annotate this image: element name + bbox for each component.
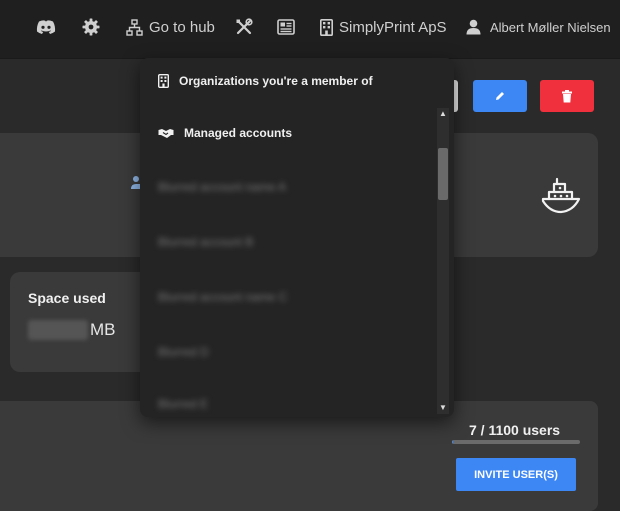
- delete-button[interactable]: [540, 80, 594, 112]
- settings-gear-icon[interactable]: [82, 0, 100, 54]
- user-name: Albert Møller Nielsen: [490, 19, 611, 35]
- go-to-hub-link[interactable]: Go to hub: [126, 0, 215, 54]
- space-used-value: MB: [28, 320, 116, 340]
- user-icon: [466, 19, 481, 35]
- managed-account-item[interactable]: Blurred account B: [158, 234, 253, 250]
- boat-icon: [541, 177, 581, 214]
- managed-account-item[interactable]: Blurred account name C: [158, 289, 287, 305]
- organization-name: SimplyPrint ApS: [339, 18, 447, 36]
- organization-dropdown: Organizations you're a member of Managed…: [140, 58, 454, 417]
- organization-switcher[interactable]: SimplyPrint ApS: [320, 0, 447, 54]
- users-card: [0, 401, 598, 511]
- scroll-down-arrow-icon[interactable]: ▼: [439, 404, 447, 412]
- edit-button[interactable]: [473, 80, 527, 112]
- sitemap-icon: [126, 18, 143, 36]
- invite-users-button[interactable]: INVITE USER(S): [456, 458, 576, 491]
- managed-accounts-header: Managed accounts: [158, 126, 292, 140]
- dropdown-scrollbar[interactable]: ▲ ▼: [437, 108, 449, 414]
- space-used-amount-redacted: [28, 320, 88, 340]
- pencil-icon: [496, 92, 504, 100]
- tools-icon[interactable]: [235, 0, 253, 54]
- discord-icon[interactable]: [36, 0, 56, 54]
- trash-icon: [562, 89, 572, 102]
- users-progress-fill: [452, 440, 453, 444]
- managed-account-item[interactable]: Blurred account name A: [158, 179, 286, 195]
- building-icon: [320, 18, 333, 36]
- person-icon-fragment: [131, 176, 140, 189]
- organizations-header-label: Organizations you're a member of: [179, 74, 373, 88]
- users-progress-bar: [452, 440, 580, 444]
- handshake-icon: [158, 128, 174, 138]
- scroll-up-arrow-icon[interactable]: ▲: [439, 110, 447, 118]
- user-menu[interactable]: Albert Møller Nielsen: [466, 0, 611, 54]
- newspaper-icon[interactable]: [277, 0, 295, 54]
- space-used-card: Space used MB: [10, 272, 160, 372]
- users-count: 7 / 1100 users: [469, 422, 561, 438]
- space-used-title: Space used: [28, 290, 106, 306]
- space-used-unit: MB: [90, 320, 116, 339]
- managed-account-item[interactable]: Blurred E: [158, 396, 208, 412]
- scrollbar-thumb[interactable]: [438, 148, 448, 200]
- go-to-hub-label: Go to hub: [149, 18, 215, 36]
- organizations-header: Organizations you're a member of: [158, 74, 373, 88]
- building-icon: [158, 74, 169, 88]
- managed-account-item[interactable]: Blurred D: [158, 344, 209, 360]
- managed-accounts-label: Managed accounts: [184, 126, 293, 140]
- top-navbar: Go to hub SimplyPrint ApS Albert Møller …: [0, 0, 620, 59]
